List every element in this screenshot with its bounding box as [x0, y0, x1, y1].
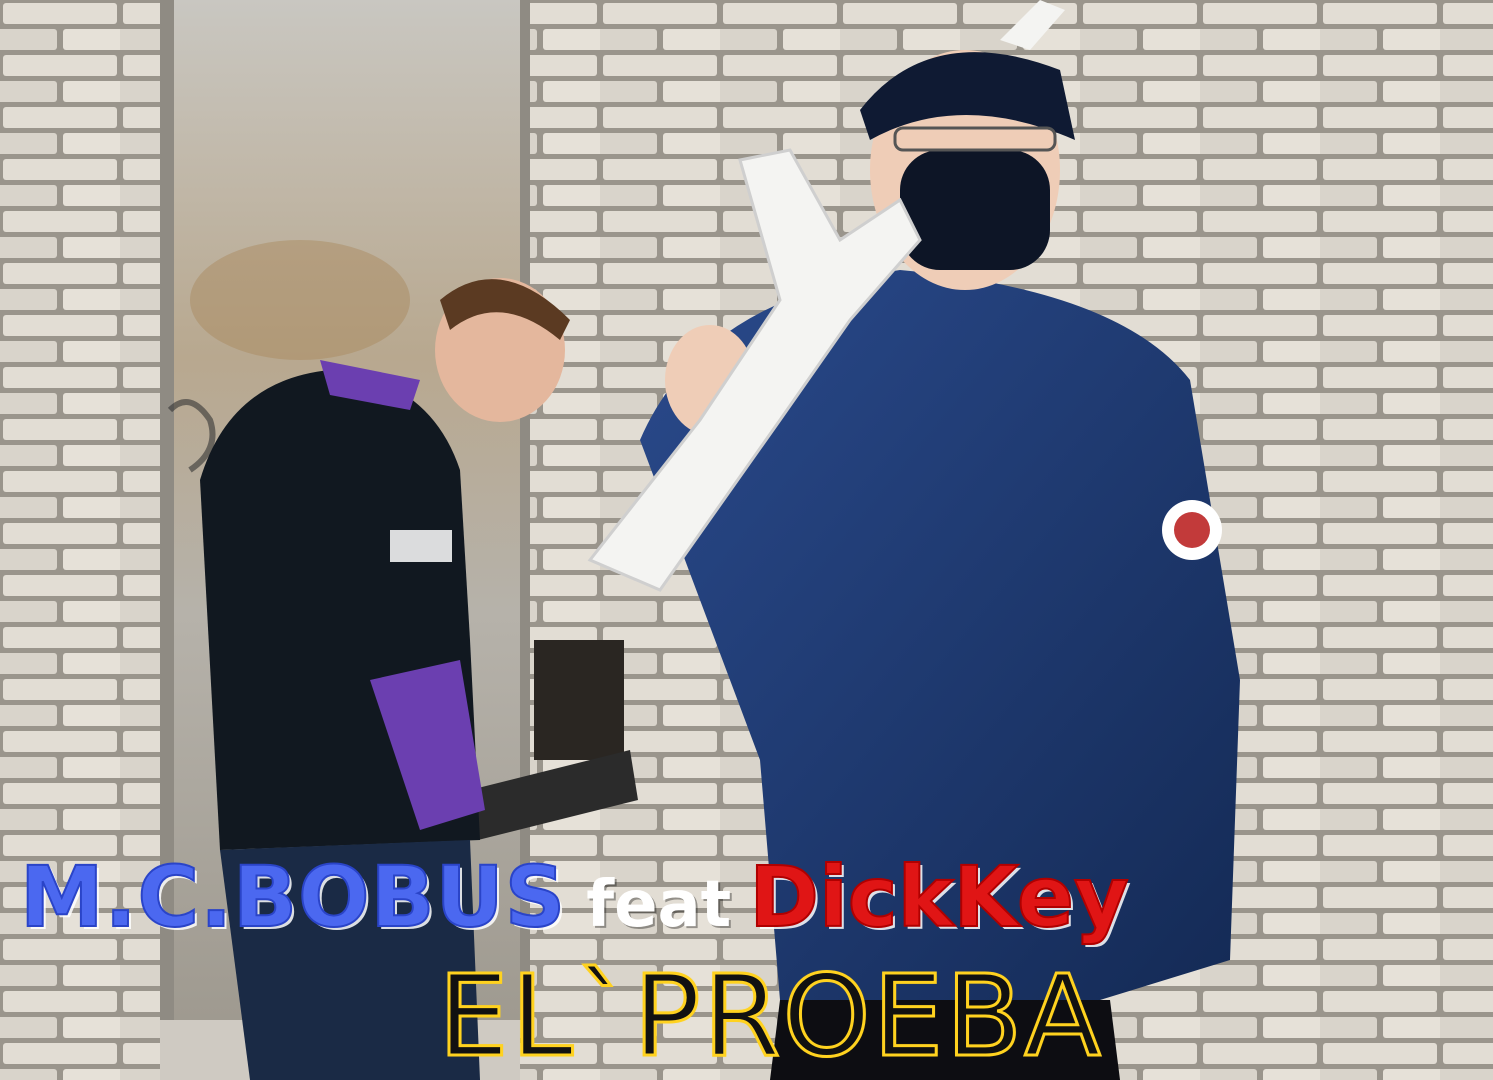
artist-primary: M.C.BOBUS: [19, 847, 567, 947]
artist-featured: DickKey: [748, 847, 1130, 947]
face-mask: [900, 150, 1050, 270]
album-cover: M.C.BOBUS feat DickKey EL`PROEBA: [0, 0, 1493, 1080]
cover-artist-line: M.C.BOBUS feat DickKey: [19, 847, 1480, 948]
feat-label: feat: [586, 868, 732, 942]
wall-hole: [534, 640, 624, 760]
song-title: EL`PROEBA: [437, 951, 1103, 1080]
